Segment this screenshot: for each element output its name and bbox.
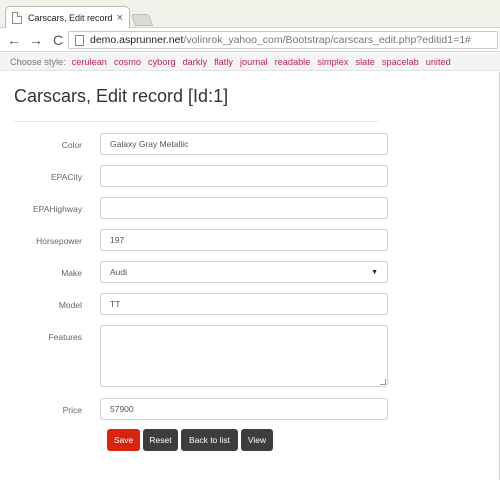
price-label: Price [62,405,82,415]
back-to-list-button[interactable]: Back to list [181,429,238,451]
style-link-spacelab[interactable]: spacelab [382,57,419,67]
style-link-united[interactable]: united [426,57,451,67]
make-select[interactable]: Audi ▼ [100,261,388,283]
close-icon[interactable]: × [117,12,123,24]
features-textarea[interactable] [100,325,388,387]
epahighway-label: EPAHighway [33,204,82,214]
horsepower-input[interactable]: 197 [100,229,388,251]
caret-down-icon: ▼ [371,268,378,276]
model-input[interactable]: TT [100,293,388,315]
title-divider [14,121,378,122]
back-arrow-icon[interactable]: ← [6,33,22,47]
page-icon [12,12,22,24]
browser-toolbar: ← → C demo.asprunner.net/volinrok_yahoo_… [0,28,500,52]
style-link-slate[interactable]: slate [356,57,375,67]
page-title: Carscars, Edit record [Id:1] [14,86,229,106]
reset-button[interactable]: Reset [143,429,178,451]
address-bar[interactable]: demo.asprunner.net/volinrok_yahoo_com/Bo… [68,31,498,49]
epahighway-input[interactable] [100,197,388,219]
style-switcher: Choose style: cerulean cosmo cyborg dark… [0,53,500,71]
make-select-value: Audi [110,267,128,277]
make-label: Make [61,268,82,278]
style-link-cerulean[interactable]: cerulean [72,57,107,67]
features-label: Features [48,332,82,342]
resize-handle-icon[interactable] [380,379,386,385]
style-link-flatly[interactable]: flatly [214,57,233,67]
url-path: /volinrok_yahoo_com/Bootstrap/carscars_e… [183,34,471,46]
save-button[interactable]: Save [107,429,140,451]
price-input[interactable]: 57900 [100,398,388,420]
color-input[interactable]: Galaxy Gray Metallic [100,133,388,155]
model-label: Model [58,300,82,310]
tab-title: Carscars, Edit record [Id:1] [28,13,113,23]
horsepower-label: Horsepower [36,236,82,246]
epacity-label: EPACity [50,172,82,182]
browser-tabstrip: Carscars, Edit record [Id:1] × [0,0,500,29]
new-tab-button[interactable] [130,14,154,26]
style-link-cyborg[interactable]: cyborg [148,57,176,67]
style-link-readable[interactable]: readable [275,57,311,67]
view-button[interactable]: View [241,429,273,451]
epacity-input[interactable] [100,165,388,187]
style-link-journal[interactable]: journal [240,57,268,67]
style-link-cosmo[interactable]: cosmo [114,57,141,67]
browser-tab[interactable]: Carscars, Edit record [Id:1] × [5,6,130,29]
page-icon [75,34,84,46]
style-link-simplex[interactable]: simplex [317,57,348,67]
style-link-darkly[interactable]: darkly [183,57,208,67]
color-label: Color [61,140,82,150]
url-domain: demo.asprunner.net [90,34,184,46]
forward-arrow-icon[interactable]: → [28,33,44,47]
style-switcher-label: Choose style: [10,56,66,67]
url-text: demo.asprunner.net/volinrok_yahoo_com/Bo… [90,34,471,46]
reload-icon[interactable]: C [50,33,66,47]
